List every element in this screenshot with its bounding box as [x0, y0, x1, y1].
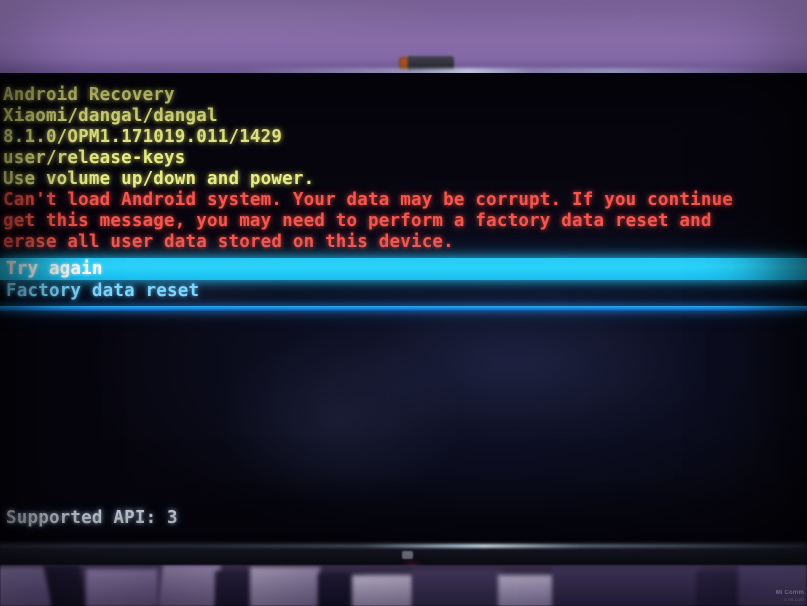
monitor-brand-logo: [402, 551, 413, 559]
photograph-of-monitor: Android Recovery Xiaomi/dangal/dangal 8.…: [0, 0, 807, 606]
foreground-object: [696, 571, 744, 606]
foreground-object: [215, 571, 255, 606]
monitor-screen: Android Recovery Xiaomi/dangal/dangal 8.…: [0, 73, 807, 541]
foreground-object: [250, 567, 320, 606]
menu-item-factory-data-reset[interactable]: Factory data reset: [3, 280, 807, 302]
device-identifier: Xiaomi/dangal/dangal: [3, 106, 218, 126]
warning-line-1: Can't load Android system. Your data may…: [3, 190, 734, 210]
foreground-object: [157, 565, 221, 606]
recovery-title: Android Recovery: [3, 85, 175, 105]
navigation-instructions: Use volume up/down and power.: [3, 169, 315, 189]
watermark-line-2: o mi.com: [784, 597, 804, 602]
photo-watermark: Mi Comm o mi.com: [776, 590, 804, 603]
foreground-object: [86, 569, 158, 606]
foreground-object: [412, 569, 502, 606]
warning-line-3: erase all user data stored on this devic…: [3, 232, 454, 252]
warning-line-2: get this message, you may need to perfor…: [3, 211, 712, 231]
recovery-console: Android Recovery Xiaomi/dangal/dangal 8.…: [0, 73, 807, 311]
foreground-object: [352, 575, 414, 606]
foreground-object: [552, 567, 702, 606]
build-number: 8.1.0/OPM1.171019.011/1429: [3, 127, 283, 147]
watermark-line-1: Mi Comm: [775, 590, 804, 596]
foreground-desk-objects: [0, 565, 807, 606]
menu-item-try-again[interactable]: Try again: [0, 258, 807, 280]
menu-divider: [0, 306, 807, 311]
foreground-object: [43, 565, 89, 606]
recovery-menu: Try again Factory data reset: [0, 258, 807, 311]
foreground-object: [498, 575, 556, 606]
bottom-bezel-glare: [0, 544, 807, 548]
build-keys: user/release-keys: [3, 148, 186, 168]
supported-api-status: Supported API: 3: [6, 508, 178, 528]
